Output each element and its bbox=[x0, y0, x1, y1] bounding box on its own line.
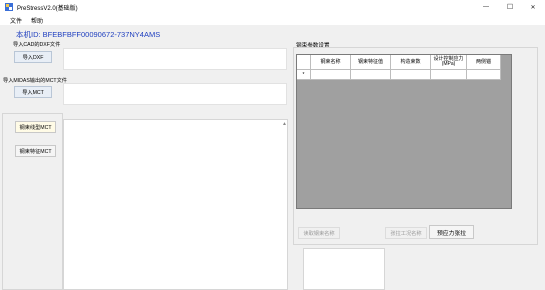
app-icon bbox=[5, 3, 13, 11]
import-dxf-button[interactable]: 导入DXF bbox=[14, 51, 52, 63]
output-textarea[interactable] bbox=[63, 119, 288, 290]
new-row-marker: * bbox=[297, 70, 311, 80]
tendon-grid[interactable]: 钢束名称 钢束特征值 构造束数 设计控制应力(MPa) 两侧锚 * bbox=[296, 54, 512, 209]
close-button[interactable]: ✕ bbox=[521, 0, 545, 14]
minimize-button[interactable]: — bbox=[474, 0, 498, 14]
maximize-button[interactable]: ☐ bbox=[498, 0, 522, 14]
col-tendon-feature[interactable]: 钢束特征值 bbox=[351, 55, 391, 70]
gen-bundle-mct-button[interactable]: 钢束线型MCT bbox=[15, 121, 56, 133]
close-icon: ✕ bbox=[530, 4, 536, 11]
minimize-icon: — bbox=[483, 4, 489, 10]
dxf-path-field[interactable] bbox=[63, 48, 287, 70]
maximize-icon: ☐ bbox=[506, 4, 514, 11]
col-control-stress[interactable]: 设计控制应力(MPa) bbox=[431, 55, 467, 70]
tension-case-name-button[interactable]: 张拉工况名称 bbox=[385, 227, 427, 239]
midas-import-label: 导入MIDAS输出的MCT文件 bbox=[3, 78, 67, 84]
grid-cell[interactable] bbox=[391, 70, 431, 80]
menu-help[interactable]: 帮助 bbox=[31, 16, 43, 25]
machine-id-label: 本机ID: BFEBFBFF00090672-737NY4AMS bbox=[16, 30, 161, 39]
import-mct-button[interactable]: 导入MCT bbox=[14, 86, 52, 98]
menu-file[interactable]: 文件 bbox=[10, 16, 22, 25]
grid-cell[interactable] bbox=[351, 70, 391, 80]
prestress-tension-button[interactable]: 预应力张拉 bbox=[429, 225, 474, 239]
col-anchor[interactable]: 两侧锚 bbox=[467, 55, 501, 70]
col-bundle-count[interactable]: 构造束数 bbox=[391, 55, 431, 70]
grid-cell[interactable] bbox=[467, 70, 501, 80]
app-window: PreStressV2.0(基础版) — ☐ ✕ 文件 帮助 本机ID: BFE… bbox=[0, 0, 545, 290]
grid-corner bbox=[297, 55, 311, 70]
generator-panel bbox=[2, 113, 63, 290]
lower-output-area[interactable] bbox=[303, 248, 385, 290]
mct-path-field[interactable] bbox=[63, 83, 287, 105]
col-tendon-name[interactable]: 钢束名称 bbox=[311, 55, 351, 70]
grid-cell[interactable] bbox=[431, 70, 467, 80]
cad-import-label: 导入CAD的DXF文件 bbox=[13, 42, 61, 48]
gen-feature-mct-button[interactable]: 钢束特征MCT bbox=[15, 145, 56, 157]
grid-cell[interactable] bbox=[311, 70, 351, 80]
window-title: PreStressV2.0(基础版) bbox=[17, 6, 78, 12]
scroll-up-arrow[interactable]: ▲ bbox=[282, 121, 287, 127]
menu-bar: 文件 帮助 bbox=[0, 14, 545, 25]
title-bar: PreStressV2.0(基础版) — ☐ ✕ bbox=[0, 0, 545, 14]
read-tendon-name-button[interactable]: 读取钢束名称 bbox=[298, 227, 340, 239]
